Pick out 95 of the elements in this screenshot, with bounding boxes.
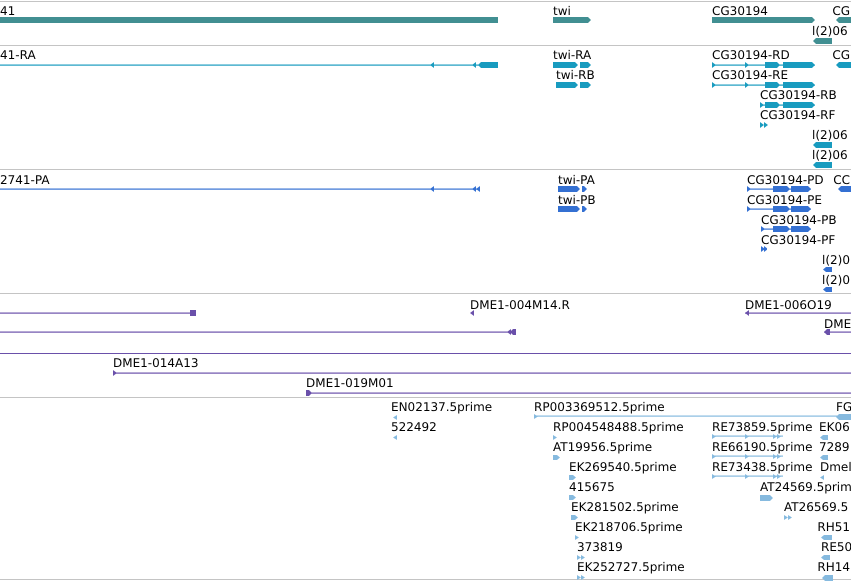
feature-label: l(2)06 <box>812 148 848 162</box>
feature-label: RE50 <box>821 540 851 554</box>
feature-glyph <box>760 122 769 128</box>
feature-glyph <box>571 515 578 520</box>
feature-glyph <box>820 475 825 480</box>
feature-glyph <box>836 17 851 23</box>
feature-label: 415675 <box>569 480 615 494</box>
feature-glyph <box>577 555 585 560</box>
feature-label: RH51 <box>817 520 850 534</box>
feature-label: l(2)0 <box>822 273 850 287</box>
feature-glyph <box>813 142 832 148</box>
feature-glyph <box>569 475 576 480</box>
feature-glyph <box>821 535 832 540</box>
feature-label: CG30194-PD <box>747 173 824 187</box>
feature-label: l(2)06 <box>812 128 848 142</box>
feature-glyph <box>712 474 783 479</box>
feature-label: 41 <box>0 4 16 18</box>
feature-label: CG30194-PB <box>761 213 837 227</box>
feature-label: CG30194 <box>712 4 768 18</box>
feature-glyph <box>760 495 773 501</box>
feature-glyph <box>760 102 815 108</box>
feature-label: DME1-006O19 <box>745 298 832 312</box>
feature-label: CG30194-RD <box>712 48 790 62</box>
feature-glyph <box>836 62 851 68</box>
feature-label: EK252727.5prime <box>577 560 685 574</box>
feature-glyph <box>761 226 811 232</box>
feature-glyph <box>558 206 587 212</box>
feature-glyph <box>556 82 591 88</box>
feature-label: CG30194-RE <box>712 68 788 82</box>
feature-label: AT24569.5prim <box>760 480 851 494</box>
feature-glyph <box>823 287 832 292</box>
feature-glyph <box>470 310 475 316</box>
feature-glyph <box>747 206 811 212</box>
feature-glyph <box>575 535 580 540</box>
feature-glyph <box>823 267 832 272</box>
feature-label: l(2)0 <box>822 253 850 267</box>
feature-glyph <box>393 435 400 440</box>
feature-glyph <box>821 555 830 560</box>
feature-label: DME <box>824 317 851 331</box>
feature-glyph <box>784 515 792 520</box>
feature-label: EN02137.5prime <box>391 400 492 414</box>
feature-label: l(2)06 <box>812 24 848 38</box>
feature-label: DME1-004M14.R <box>470 298 570 312</box>
feature-label: CG30194-RB <box>760 88 837 102</box>
feature-label: 373819 <box>577 540 623 554</box>
feature-glyph <box>822 575 833 581</box>
feature-label: twi-RB <box>556 68 595 82</box>
feature-glyph <box>824 329 851 335</box>
feature-label: CG30194-PF <box>761 233 836 247</box>
feature-label: AT19956.5prime <box>553 440 652 454</box>
feature-glyph <box>838 186 851 192</box>
feature-label: CG <box>832 4 850 18</box>
feature-label: twi <box>553 4 571 18</box>
feature-label: RH14 <box>817 560 850 574</box>
feature-glyph <box>747 186 811 192</box>
feature-label: FG <box>836 400 851 414</box>
feature-glyph <box>569 495 576 500</box>
feature-label: EK218706.5prime <box>575 520 683 534</box>
feature-glyph <box>813 38 832 44</box>
feature-glyph <box>761 246 767 252</box>
feature-label: RE73438.5prime <box>712 460 812 474</box>
feature-label: 7289 <box>819 440 850 454</box>
feature-label: CG <box>832 48 850 62</box>
feature-label: 522492 <box>391 420 437 434</box>
feature-glyph <box>553 435 558 440</box>
feature-label: twi-PA <box>558 173 595 187</box>
feature-label: CC <box>833 173 850 187</box>
feature-label: Dmel <box>820 460 851 474</box>
feature-label: AT26569.5 <box>784 500 848 514</box>
feature-label: RP003369512.5prime <box>534 400 665 414</box>
feature-label: EK269540.5prime <box>569 460 677 474</box>
feature-label: RP004548488.5prime <box>553 420 684 434</box>
feature-glyph <box>712 454 783 459</box>
feature-glyph <box>553 17 591 23</box>
feature-glyph <box>820 435 828 440</box>
feature-label: DME1-019M01 <box>306 376 394 390</box>
feature-label: EK06 <box>819 420 850 434</box>
feature-label: RE73859.5prime <box>712 420 812 434</box>
feature-glyph <box>553 455 560 460</box>
feature-glyph <box>577 575 585 580</box>
feature-label: CG30194-PE <box>747 193 822 207</box>
feature-glyph <box>820 455 828 460</box>
feature-glyph <box>393 415 400 420</box>
feature-label: twi-RA <box>553 48 592 62</box>
feature-glyph <box>558 186 587 192</box>
feature-glyph <box>712 434 783 439</box>
feature-label: twi-PB <box>558 193 596 207</box>
feature-label: 2741-PA <box>0 173 50 187</box>
feature-glyph <box>813 162 832 168</box>
feature-glyph <box>553 62 591 68</box>
feature-label: 41-RA <box>0 48 36 62</box>
feature-label: CG30194-RF <box>760 108 836 122</box>
feature-label: EK281502.5prime <box>571 500 679 514</box>
feature-label: DME1-014A13 <box>113 356 199 370</box>
feature-label: RE66190.5prime <box>712 440 812 454</box>
